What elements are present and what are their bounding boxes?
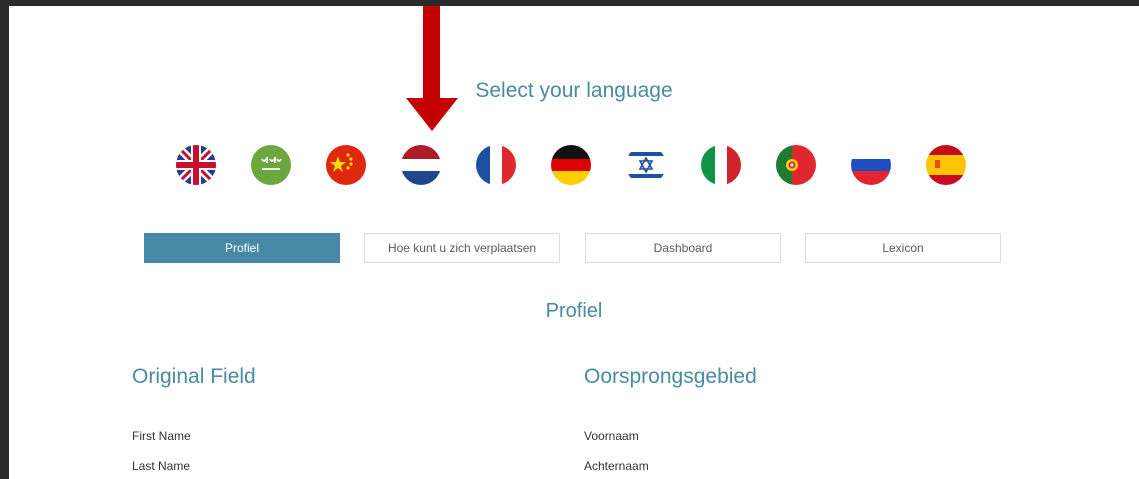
uk-flag-icon[interactable] <box>176 145 216 185</box>
page: Select your language Profiel Hoe kunt u … <box>9 6 1139 479</box>
red-down-arrow-icon <box>406 6 458 131</box>
translation-last-name: Achternaam <box>584 459 649 473</box>
tab-dashboard[interactable]: Dashboard <box>585 233 781 263</box>
tab-bar: Profiel Hoe kunt u zich verplaatsen Dash… <box>9 233 1139 265</box>
israel-flag-icon[interactable] <box>626 145 666 185</box>
netherlands-flag-icon[interactable] <box>401 145 441 185</box>
translation-header: Oorsprongsgebied <box>584 365 757 388</box>
france-flag-icon[interactable] <box>476 145 516 185</box>
translation-first-name: Voornaam <box>584 429 639 443</box>
portugal-flag-icon[interactable] <box>776 145 816 185</box>
tab-hoe-kunt-u-zich-verplaatsen[interactable]: Hoe kunt u zich verplaatsen <box>364 233 560 263</box>
original-field-first-name: First Name <box>132 429 191 443</box>
saudi-flag-icon[interactable] <box>251 145 291 185</box>
tab-lexicon[interactable]: Lexicon <box>805 233 1001 263</box>
section-title: Profiel <box>545 300 603 322</box>
italy-flag-icon[interactable] <box>701 145 741 185</box>
russia-flag-icon[interactable] <box>851 145 891 185</box>
original-field-header: Original Field <box>132 365 256 388</box>
china-flag-icon[interactable] <box>326 145 366 185</box>
language-title: Select your language <box>475 79 673 102</box>
tab-profiel[interactable]: Profiel <box>144 233 340 263</box>
original-field-last-name: Last Name <box>132 459 191 473</box>
spain-flag-icon[interactable] <box>926 145 966 185</box>
germany-flag-icon[interactable] <box>551 145 591 185</box>
language-flags <box>176 145 976 185</box>
